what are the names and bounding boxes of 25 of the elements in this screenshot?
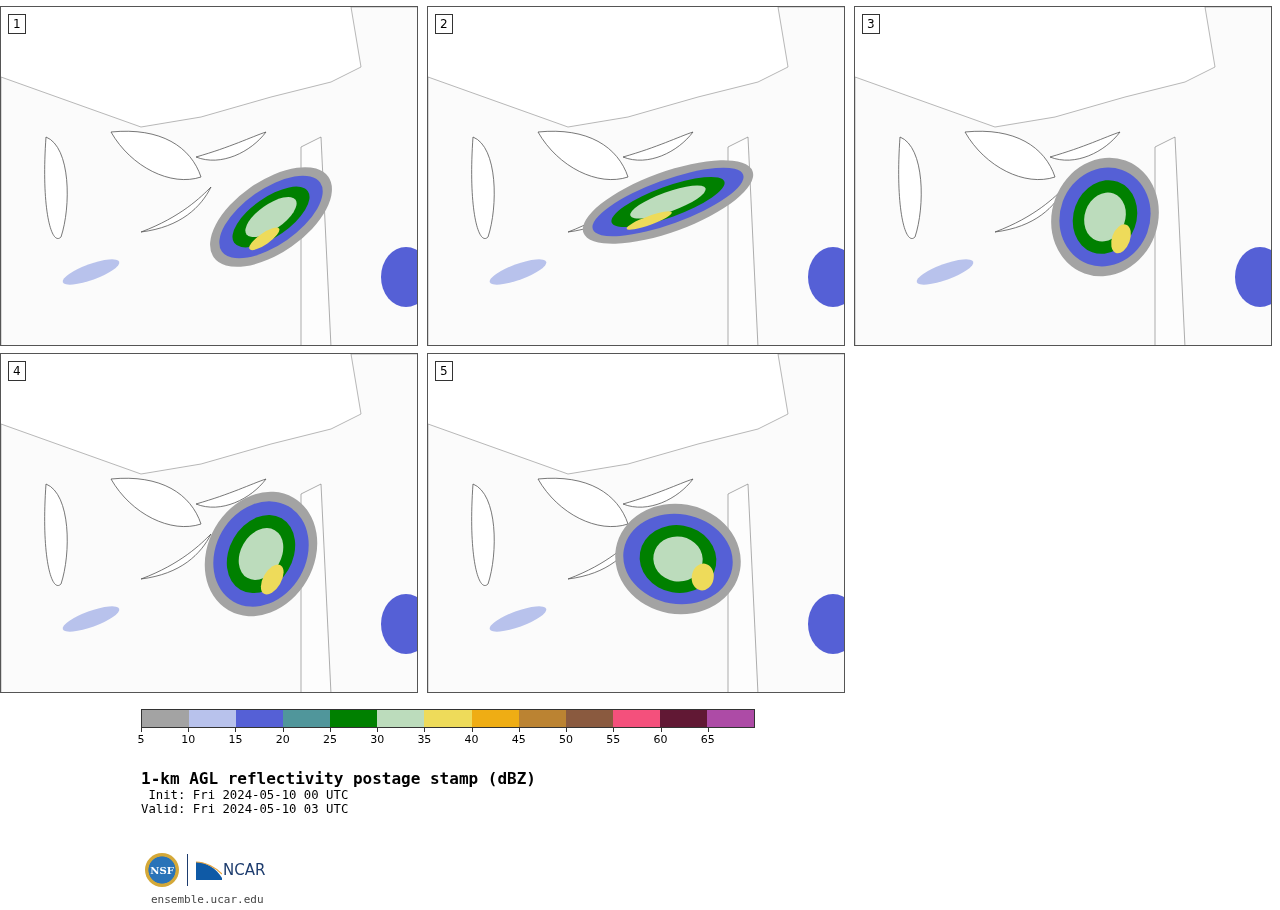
panel-number: 3 (862, 14, 880, 34)
panel-number: 4 (8, 361, 26, 381)
panel-number: 5 (435, 361, 453, 381)
plot-title: 1-km AGL reflectivity postage stamp (dBZ) (141, 769, 536, 788)
panel-number: 1 (8, 14, 26, 34)
ncar-logo-icon (196, 860, 222, 880)
tick-label: 10 (181, 733, 196, 746)
tick-label: 15 (228, 733, 243, 746)
tick-label: 40 (464, 733, 479, 746)
tick-label: 20 (275, 733, 290, 746)
valid-time: Valid: Fri 2024-05-10 03 UTC (141, 802, 349, 816)
tick-label: 55 (606, 733, 621, 746)
panel-number: 2 (435, 14, 453, 34)
tick-label: 50 (559, 733, 574, 746)
tick-label: 35 (417, 733, 432, 746)
tick-label: 65 (700, 733, 715, 746)
init-time: Init: Fri 2024-05-10 00 UTC (147, 788, 349, 802)
tick-label: 45 (511, 733, 526, 746)
ncar-logo-text: NCAR (223, 861, 266, 879)
tick-label: 30 (370, 733, 385, 746)
tick-label: 5 (137, 733, 145, 746)
tick-label: 25 (322, 733, 337, 746)
nsf-logo: NSF (145, 853, 179, 887)
website-url: ensemble.ucar.edu (151, 893, 264, 906)
tick-label: 60 (653, 733, 668, 746)
